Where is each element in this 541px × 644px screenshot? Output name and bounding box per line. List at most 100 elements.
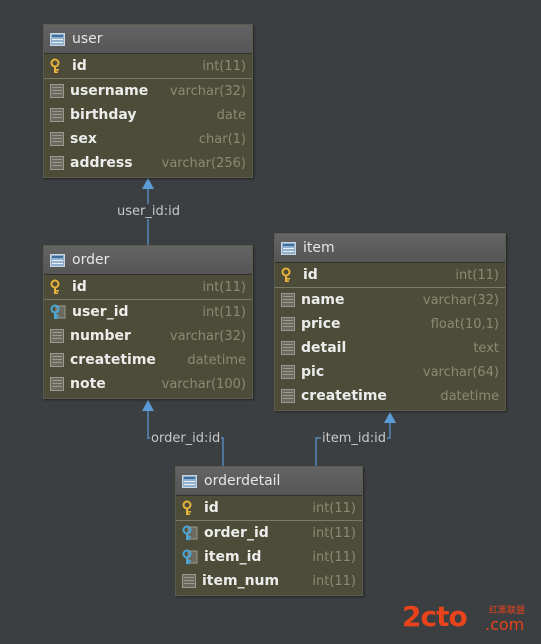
field-name: price [301, 316, 341, 332]
field-type: varchar(100) [161, 376, 246, 392]
field-row[interactable]: item_id int(11) [176, 545, 362, 569]
table-user[interactable]: user id int(11) username varchar(32) birthda… [43, 24, 253, 178]
table-item[interactable]: item id int(11) name varchar(32) price float(… [274, 233, 506, 411]
field-row[interactable]: number varchar(32) [44, 324, 252, 348]
field-row[interactable]: createtime datetime [44, 348, 252, 372]
field-name: item_num [202, 573, 280, 589]
field-row[interactable]: sex char(1) [44, 127, 252, 151]
table-fields: id int(11) order_id int(11) item_id int(11) it… [176, 496, 362, 593]
column-icon [50, 377, 64, 391]
field-name: order_id [204, 525, 269, 541]
field-name: item_id [204, 549, 262, 565]
table-title: order [72, 252, 110, 268]
field-name: name [301, 292, 345, 308]
table-header[interactable]: orderdetail [176, 467, 362, 496]
field-type: int(11) [312, 549, 356, 565]
field-row[interactable]: createtime datetime [275, 384, 505, 408]
field-type: varchar(32) [422, 292, 499, 308]
column-icon [50, 84, 64, 98]
field-type: float(10,1) [430, 316, 499, 332]
table-order[interactable]: order id int(11) user_id int(11) number varch… [43, 245, 253, 399]
field-row[interactable]: name varchar(32) [275, 288, 505, 312]
field-type: int(11) [202, 58, 246, 74]
field-name: id [72, 279, 87, 295]
primary-key-row[interactable]: id int(11) [44, 275, 252, 300]
field-name: user_id [72, 304, 129, 320]
relation-label-order-user: user_id:id [116, 204, 181, 219]
field-type: date [216, 107, 246, 123]
watermark-domain: .com [485, 615, 525, 634]
relation-label-orderdetail-order: order_id:id [150, 431, 222, 446]
field-type: int(11) [202, 304, 246, 320]
table-icon [50, 32, 65, 46]
arrow-head-item [384, 412, 396, 423]
field-type: varchar(32) [169, 328, 246, 344]
field-name: id [72, 58, 87, 74]
field-row[interactable]: username varchar(32) [44, 79, 252, 103]
primary-key-icon [182, 500, 192, 515]
primary-key-row[interactable]: id int(11) [176, 496, 362, 521]
watermark-logo: 2cto [402, 600, 468, 633]
field-name: createtime [70, 352, 156, 368]
field-name: note [70, 376, 106, 392]
primary-key-row[interactable]: id int(11) [275, 263, 505, 288]
field-row[interactable]: user_id int(11) [44, 300, 252, 324]
column-icon [50, 353, 64, 367]
field-type: int(11) [312, 573, 356, 589]
field-name: number [70, 328, 131, 344]
field-type: text [473, 340, 499, 356]
field-name: id [204, 500, 219, 516]
relation-label-orderdetail-item: item_id:id [321, 431, 387, 446]
table-fields: id int(11) name varchar(32) price float(10,1)… [275, 263, 505, 408]
primary-key-row[interactable]: id int(11) [44, 54, 252, 79]
column-icon [281, 317, 295, 331]
column-icon [50, 329, 64, 343]
field-row[interactable]: price float(10,1) [275, 312, 505, 336]
er-diagram-canvas: user_id:id order_id:id item_id:id user i… [0, 0, 541, 644]
column-icon [281, 365, 295, 379]
arrow-head-order [142, 400, 154, 411]
table-fields: id int(11) username varchar(32) birthday date… [44, 54, 252, 175]
table-title: user [72, 31, 103, 47]
field-row[interactable]: address varchar(256) [44, 151, 252, 175]
field-type: datetime [187, 352, 246, 368]
primary-key-icon [50, 58, 60, 73]
table-fields: id int(11) user_id int(11) number varchar(32)… [44, 275, 252, 396]
table-header[interactable]: order [44, 246, 252, 275]
arrow-head-user [142, 178, 154, 189]
field-row[interactable]: order_id int(11) [176, 521, 362, 545]
field-row[interactable]: detail text [275, 336, 505, 360]
field-type: char(1) [198, 131, 246, 147]
column-icon [281, 341, 295, 355]
column-icon [50, 132, 64, 146]
table-header[interactable]: user [44, 25, 252, 54]
foreign-key-icon [182, 525, 198, 540]
primary-key-icon [50, 279, 60, 294]
field-type: int(11) [455, 267, 499, 283]
field-name: createtime [301, 388, 387, 404]
foreign-key-icon [50, 304, 66, 319]
column-icon [281, 293, 295, 307]
primary-key-icon [281, 267, 291, 282]
column-icon [182, 574, 196, 588]
field-name: birthday [70, 107, 137, 123]
foreign-key-icon [182, 549, 198, 564]
field-name: username [70, 83, 149, 99]
table-header[interactable]: item [275, 234, 505, 263]
field-type: varchar(256) [161, 155, 246, 171]
table-orderdetail[interactable]: orderdetail id int(11) order_id int(11) item… [175, 466, 363, 596]
field-row[interactable]: note varchar(100) [44, 372, 252, 396]
field-type: varchar(64) [422, 364, 499, 380]
field-type: int(11) [202, 279, 246, 295]
column-icon [50, 156, 64, 170]
field-name: pic [301, 364, 325, 380]
field-type: int(11) [312, 500, 356, 516]
field-name: sex [70, 131, 97, 147]
field-row[interactable]: birthday date [44, 103, 252, 127]
table-icon [182, 474, 197, 488]
field-row[interactable]: pic varchar(64) [275, 360, 505, 384]
field-row[interactable]: item_num int(11) [176, 569, 362, 593]
field-name: detail [301, 340, 347, 356]
column-icon [50, 108, 64, 122]
field-type: int(11) [312, 525, 356, 541]
